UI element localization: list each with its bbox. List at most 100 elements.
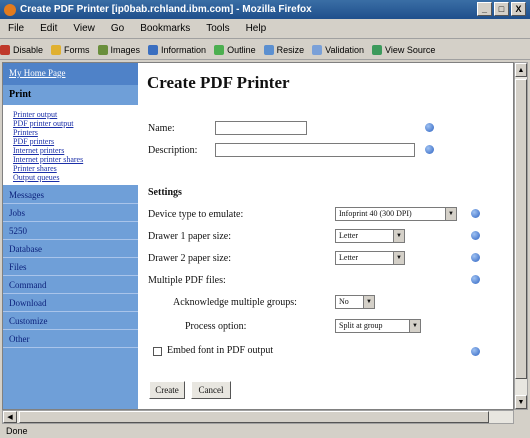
toolbar-forms[interactable]: Forms	[51, 44, 90, 55]
sidebar-item-command[interactable]: Command	[3, 276, 138, 294]
sidebar-link-printer-shares[interactable]: Printer shares	[13, 164, 138, 173]
acknowledge-groups-select[interactable]: No ▼	[335, 295, 375, 309]
main-content: Create PDF Printer Name: Description: Se…	[145, 63, 513, 409]
toolbar-outline[interactable]: Outline	[214, 44, 256, 55]
sidebar-link-internet-printer-shares[interactable]: Internet printer shares	[13, 155, 138, 164]
scroll-thumb[interactable]	[19, 411, 489, 423]
window-titlebar: Create PDF Printer [ip0bab.rchland.ibm.c…	[0, 0, 530, 19]
forms-icon	[51, 44, 62, 55]
device-type-label: Device type to emulate:	[148, 209, 244, 220]
process-option-value: Split at group	[339, 321, 383, 330]
images-icon	[97, 44, 108, 55]
page-title: Create PDF Printer	[147, 73, 290, 92]
sidebar-item-files[interactable]: Files	[3, 258, 138, 276]
sidebar-home-link[interactable]: My Home Page	[3, 63, 138, 85]
nav-sidebar: My Home Page Print Printer output PDF pr…	[3, 63, 138, 409]
menu-tools[interactable]: Tools	[198, 23, 237, 34]
menu-edit[interactable]: Edit	[32, 23, 65, 34]
help-icon[interactable]	[471, 231, 480, 240]
drawer2-select[interactable]: Letter ▼	[335, 251, 405, 265]
sidebar-item-download[interactable]: Download	[3, 294, 138, 312]
embed-font-checkbox[interactable]	[153, 347, 162, 356]
multiple-pdf-label: Multiple PDF files:	[148, 275, 226, 286]
menu-bar: File Edit View Go Bookmarks Tools Help	[0, 19, 530, 39]
help-icon[interactable]	[471, 275, 480, 284]
settings-heading: Settings	[148, 187, 182, 198]
scroll-up-icon[interactable]: ▲	[515, 63, 527, 77]
name-label: Name:	[148, 123, 175, 134]
information-icon	[148, 44, 159, 55]
menu-bookmarks[interactable]: Bookmarks	[132, 23, 198, 34]
chevron-down-icon: ▼	[393, 252, 404, 264]
validation-icon	[312, 44, 323, 55]
chevron-down-icon: ▼	[445, 208, 456, 220]
minimize-button[interactable]: _	[477, 2, 492, 16]
sidebar-link-output-queues[interactable]: Output queues	[13, 173, 138, 182]
horizontal-scrollbar[interactable]: ◀	[2, 410, 514, 424]
menu-go[interactable]: Go	[103, 23, 132, 34]
embed-font-label: Embed font in PDF output	[167, 345, 274, 356]
maximize-button[interactable]: □	[494, 2, 509, 16]
acknowledge-groups-label: Acknowledge multiple groups:	[173, 297, 297, 308]
sidebar-print-submenu: Printer output PDF printer output Printe…	[3, 105, 138, 186]
window-title: Create PDF Printer [ip0bab.rchland.ibm.c…	[20, 4, 312, 15]
sidebar-link-internet-printers[interactable]: Internet printers	[13, 146, 138, 155]
toolbar-images[interactable]: Images	[97, 44, 140, 55]
description-input[interactable]	[215, 143, 415, 157]
status-bar: Done	[6, 426, 28, 436]
toolbar-view-source[interactable]: View Source	[371, 44, 435, 55]
menu-file[interactable]: File	[0, 23, 32, 34]
sidebar-item-database[interactable]: Database	[3, 240, 138, 258]
close-button[interactable]: X	[511, 2, 526, 16]
toolbar-validation[interactable]: Validation	[312, 44, 364, 55]
process-option-select[interactable]: Split at group ▼	[335, 319, 421, 333]
scroll-thumb[interactable]	[515, 79, 527, 379]
help-icon[interactable]	[425, 123, 434, 132]
sidebar-item-jobs[interactable]: Jobs	[3, 204, 138, 222]
sidebar-link-printer-output[interactable]: Printer output	[13, 110, 138, 119]
sidebar-item-other[interactable]: Other	[3, 330, 138, 348]
sidebar-link-pdf-printer-output[interactable]: PDF printer output	[13, 119, 138, 128]
drawer2-label: Drawer 2 paper size:	[148, 253, 232, 264]
sidebar-link-printers[interactable]: Printers	[13, 128, 138, 137]
scroll-down-icon[interactable]: ▼	[515, 395, 527, 409]
sidebar-link-pdf-printers[interactable]: PDF printers	[13, 137, 138, 146]
scroll-left-icon[interactable]: ◀	[3, 411, 17, 423]
sidebar-item-customize[interactable]: Customize	[3, 312, 138, 330]
toolbar-information[interactable]: Information	[148, 44, 206, 55]
view-source-icon	[371, 44, 382, 55]
disable-icon	[0, 44, 10, 55]
vertical-scrollbar[interactable]: ▲ ▼	[514, 62, 528, 410]
menu-help[interactable]: Help	[238, 23, 275, 34]
chevron-down-icon: ▼	[409, 320, 420, 332]
process-option-label: Process option:	[185, 321, 247, 332]
device-type-value: Infoprint 40 (300 DPI)	[339, 209, 412, 218]
window-controls: _ □ X	[477, 2, 526, 16]
page-viewport: My Home Page Print Printer output PDF pr…	[2, 62, 514, 410]
create-button[interactable]: Create	[149, 381, 185, 399]
toolbar-disable[interactable]: Disable	[0, 44, 43, 55]
drawer1-select[interactable]: Letter ▼	[335, 229, 405, 243]
cancel-button[interactable]: Cancel	[191, 381, 231, 399]
help-icon[interactable]	[471, 209, 480, 218]
sidebar-item-messages[interactable]: Messages	[3, 186, 138, 204]
toolbar-resize[interactable]: Resize	[263, 44, 304, 55]
resize-icon	[263, 44, 274, 55]
name-input[interactable]	[215, 121, 307, 135]
drawer1-label: Drawer 1 paper size:	[148, 231, 232, 242]
help-icon[interactable]	[471, 347, 480, 356]
sidebar-item-5250[interactable]: 5250	[3, 222, 138, 240]
device-type-select[interactable]: Infoprint 40 (300 DPI) ▼	[335, 207, 457, 221]
menu-view[interactable]: View	[65, 23, 103, 34]
help-icon[interactable]	[425, 145, 434, 154]
drawer2-value: Letter	[339, 253, 359, 262]
firefox-icon	[4, 3, 16, 16]
outline-icon	[214, 44, 225, 55]
sidebar-section-print[interactable]: Print	[3, 85, 138, 105]
chevron-down-icon: ▼	[363, 296, 374, 308]
help-icon[interactable]	[471, 253, 480, 262]
acknowledge-groups-value: No	[339, 297, 349, 306]
chevron-down-icon: ▼	[393, 230, 404, 242]
webdev-toolbar: Disable Forms Images Information Outline…	[0, 40, 530, 60]
description-label: Description:	[148, 145, 198, 156]
